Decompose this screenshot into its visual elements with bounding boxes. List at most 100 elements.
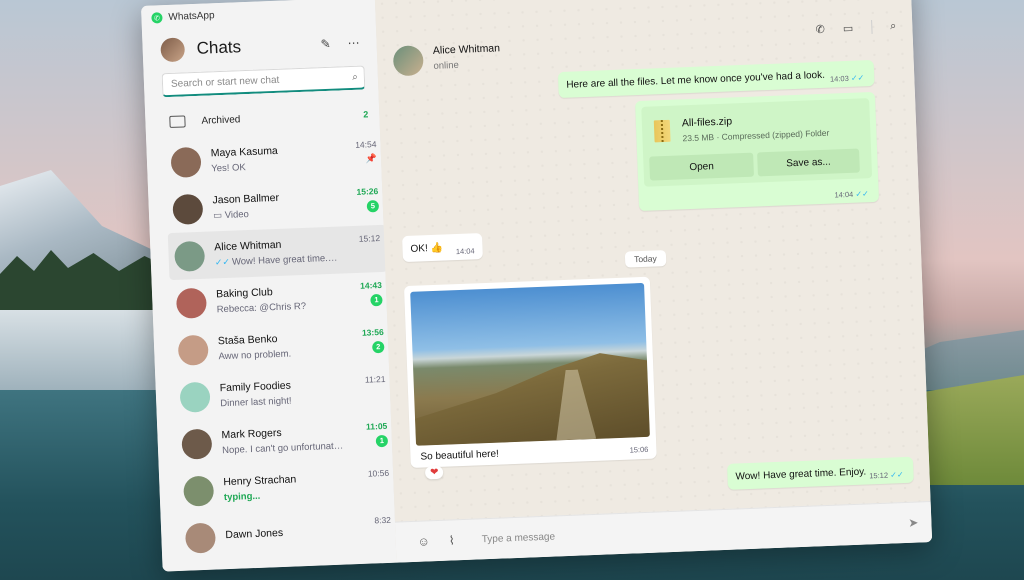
message-file: All-files.zip 23.5 MB · Compressed (zipp… bbox=[635, 91, 880, 212]
chat-preview: Dinner last night! bbox=[220, 393, 344, 410]
chat-time: 11:05 bbox=[365, 420, 388, 432]
whatsapp-logo-icon: ✆ bbox=[151, 12, 163, 24]
chat-item[interactable]: Dawn Jones 8:32 bbox=[179, 507, 399, 562]
message-incoming[interactable]: OK! 👍 14:04 bbox=[402, 233, 483, 263]
message-text: Here are all the files. Let me know once… bbox=[566, 69, 826, 91]
search-chat-icon[interactable]: ⌕ bbox=[890, 20, 897, 33]
unread-badge: 5 bbox=[366, 200, 380, 213]
chat-name: Alice Whitman bbox=[214, 238, 282, 254]
chat-meta: 11:05 1 bbox=[345, 413, 389, 449]
file-info: 23.5 MB · Compressed (zipped) Folder bbox=[682, 127, 830, 144]
chat-meta: 14:54 📌 bbox=[334, 131, 377, 166]
search-icon[interactable]: ⌕ bbox=[352, 72, 358, 83]
avatar bbox=[183, 475, 215, 507]
contact-name[interactable]: Alice Whitman bbox=[433, 42, 501, 57]
chat-item-body: Alice Whitman ✓✓ Wow! Have great time. Enj… bbox=[214, 237, 339, 269]
archived-count: 2 bbox=[363, 109, 369, 120]
message-outgoing[interactable]: Wow! Have great time. Enjoy. 15:12 ✓✓ bbox=[727, 456, 914, 490]
photo-caption: So beautiful here! bbox=[420, 448, 500, 463]
chat-time: 8:32 bbox=[374, 514, 392, 526]
chat-name: Dawn Jones bbox=[225, 526, 284, 541]
app-titlebar: ✆ WhatsApp bbox=[151, 10, 215, 24]
archived-label: Archived bbox=[201, 113, 241, 127]
chat-preview-text: Nope. I can't go unfortunately. bbox=[221, 440, 347, 457]
chat-preview-text: Video bbox=[224, 209, 250, 221]
date-separator: Today bbox=[624, 250, 667, 268]
message-time: 15:06 bbox=[629, 444, 649, 455]
chat-name: Staša Benko bbox=[217, 333, 278, 348]
avatar bbox=[170, 146, 202, 178]
chat-item-body: Dawn Jones bbox=[225, 524, 350, 545]
video-icon: ▭ bbox=[212, 209, 225, 222]
video-call-icon[interactable]: ▭ bbox=[843, 21, 854, 34]
voice-call-icon[interactable]: ✆ bbox=[815, 22, 825, 35]
chat-time: 10:56 bbox=[367, 467, 390, 479]
avatar bbox=[181, 428, 213, 460]
send-icon[interactable]: ➤ bbox=[895, 515, 932, 530]
wallpaper-snow bbox=[0, 300, 170, 390]
chat-preview-text: typing... bbox=[223, 490, 261, 504]
search-input[interactable] bbox=[168, 70, 353, 91]
avatar bbox=[184, 522, 217, 554]
contact-avatar[interactable] bbox=[392, 45, 424, 77]
avatar bbox=[174, 240, 206, 272]
chat-item[interactable]: Henry Strachan typing... 10:56 bbox=[177, 460, 397, 515]
open-file-button[interactable]: Open bbox=[649, 152, 755, 181]
chat-preview-text: Rebecca: @Chris R? bbox=[216, 300, 307, 316]
chat-item-body: Mark Rogers Nope. I can't go unfortunatel… bbox=[221, 424, 346, 456]
my-avatar[interactable] bbox=[160, 37, 186, 63]
heart-reaction-icon[interactable]: ❤ bbox=[424, 465, 444, 480]
unread-badge: 2 bbox=[372, 340, 385, 354]
chat-meta: 15:12 bbox=[338, 225, 381, 245]
save-as-button[interactable]: Save as... bbox=[757, 148, 860, 177]
chat-preview bbox=[226, 540, 350, 545]
read-tick-icon: ✓✓ bbox=[850, 73, 865, 83]
chat-preview: Yes! OK bbox=[211, 159, 335, 175]
chat-meta: 10:56 bbox=[347, 460, 390, 480]
chat-preview-text: Yes! OK bbox=[211, 162, 247, 175]
message-text: OK! 👍 bbox=[410, 242, 444, 255]
more-options-icon[interactable]: ⋯ bbox=[344, 34, 363, 53]
chat-item[interactable]: Jason Ballmer ▭ Video 15:26 5 bbox=[166, 178, 386, 233]
chat-time: 11:21 bbox=[364, 373, 386, 385]
call-actions: ✆ ▭ ⌕ bbox=[815, 19, 896, 36]
conversation-pane: ─ ☐ ✕ Alice Whitman online ✆ ▭ ⌕ Here ar… bbox=[374, 0, 933, 563]
chat-preview: Nope. I can't go unfortunately. bbox=[222, 440, 346, 456]
file-name: All-files.zip bbox=[681, 115, 733, 130]
attach-icon[interactable]: ⌇ bbox=[437, 533, 466, 548]
chat-meta: 13:56 2 bbox=[341, 319, 385, 355]
archive-icon bbox=[169, 115, 186, 128]
emoji-icon[interactable]: ☺ bbox=[410, 534, 439, 549]
chats-header: Chats ✎ ⋯ bbox=[160, 30, 363, 64]
chat-preview-text: Dinner last night! bbox=[220, 395, 292, 410]
chat-preview: ✓✓ Wow! Have great time. Enjoy. bbox=[215, 253, 339, 269]
chat-preview: typing... bbox=[224, 487, 348, 503]
chat-item-body: Baking Club Rebecca: @Chris R? bbox=[216, 284, 341, 316]
chat-item[interactable]: Family Foodies Dinner last night! 11:21 bbox=[173, 366, 393, 421]
message-time: 14:04 ✓✓ bbox=[834, 189, 869, 200]
chat-item[interactable]: Maya Kasuma Yes! OK 14:54 📌 bbox=[164, 131, 384, 186]
chat-list: Maya Kasuma Yes! OK 14:54 📌 Jason Ballmer ▭ V… bbox=[164, 131, 398, 562]
message-photo[interactable]: So beautiful here! 15:06 ❤ bbox=[403, 276, 657, 480]
chat-item[interactable]: Mark Rogers Nope. I can't go unfortunatel… bbox=[175, 413, 395, 468]
chat-item-body: Family Foodies Dinner last night! bbox=[220, 378, 345, 410]
chat-item[interactable]: Staša Benko Aww no problem. 13:56 2 bbox=[171, 319, 391, 374]
chat-item-body: Maya Kasuma Yes! OK bbox=[210, 143, 335, 175]
chat-time: 13:56 bbox=[361, 326, 384, 338]
message-outgoing[interactable]: Here are all the files. Let me know once… bbox=[557, 59, 875, 99]
chat-item[interactable]: Baking Club Rebecca: @Chris R? 14:43 1 bbox=[170, 272, 390, 327]
chat-time: 15:26 bbox=[356, 186, 379, 197]
chat-item[interactable]: Alice Whitman ✓✓ Wow! Have great time. Enj… bbox=[167, 224, 388, 281]
message-input[interactable] bbox=[479, 516, 896, 546]
photo-image[interactable] bbox=[410, 282, 650, 446]
chat-time: 15:12 bbox=[358, 232, 381, 244]
archived-row[interactable]: Archived 2 bbox=[163, 101, 369, 135]
chat-meta: 15:26 5 bbox=[336, 178, 380, 214]
pin-icon: 📌 bbox=[365, 153, 378, 164]
avatar bbox=[177, 334, 209, 366]
new-chat-icon[interactable]: ✎ bbox=[316, 35, 335, 54]
unread-badge: 1 bbox=[370, 293, 383, 307]
app-window: ✆ WhatsApp Chats ✎ ⋯ ⌕ Archived 2 Maya K… bbox=[141, 0, 933, 572]
message-text: Wow! Have great time. Enjoy. bbox=[735, 466, 867, 483]
chat-preview-text: Aww no problem. bbox=[218, 348, 292, 363]
